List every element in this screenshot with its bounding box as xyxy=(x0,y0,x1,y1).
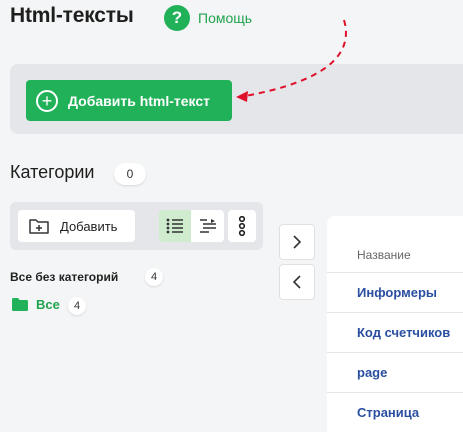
row-title-link[interactable]: Страница xyxy=(357,405,419,420)
tree-view-button[interactable] xyxy=(191,210,224,242)
all-without-category-label[interactable]: Все без категорий xyxy=(10,270,118,284)
page-title: Html-тексты xyxy=(10,4,134,27)
category-all-label: Все xyxy=(36,297,60,312)
chevron-right-icon xyxy=(293,235,302,249)
table-row: Страница xyxy=(327,392,463,432)
more-options-button[interactable] xyxy=(228,210,256,242)
add-html-text-button[interactable]: + Добавить html-текст xyxy=(26,80,232,121)
help-icon: ? xyxy=(164,5,190,31)
row-title-link[interactable]: page xyxy=(357,365,387,380)
table-row: Информеры xyxy=(327,272,463,312)
table-row: page xyxy=(327,352,463,392)
folder-plus-icon xyxy=(29,219,49,234)
help-link[interactable]: ? Помощь xyxy=(164,5,252,31)
help-label: Помощь xyxy=(198,10,253,26)
chevron-left-icon xyxy=(292,275,301,289)
categories-title: Категории xyxy=(10,162,95,182)
more-vertical-icon xyxy=(238,216,246,236)
plus-circle-icon: + xyxy=(36,89,58,112)
html-texts-table: Название Информеры Код счетчиков page Ст… xyxy=(327,216,463,432)
list-view-button[interactable] xyxy=(159,210,191,242)
add-category-label: Добавить xyxy=(60,218,118,234)
tree-icon xyxy=(199,219,216,233)
row-title-link[interactable]: Информеры xyxy=(357,285,437,300)
add-html-text-label: Добавить html-текст xyxy=(68,92,211,109)
list-icon xyxy=(166,218,183,234)
category-all-count: 4 xyxy=(68,297,86,315)
row-title-link[interactable]: Код счетчиков xyxy=(357,325,450,340)
category-item-all[interactable]: Все xyxy=(12,297,60,312)
collapse-panel-button[interactable] xyxy=(279,264,315,300)
column-header-name[interactable]: Название xyxy=(357,248,411,262)
all-without-category-count: 4 xyxy=(145,268,163,286)
add-category-button[interactable]: Добавить xyxy=(18,210,135,242)
categories-count-badge: 0 xyxy=(114,163,146,185)
expand-panel-button[interactable] xyxy=(279,224,315,260)
folder-icon xyxy=(12,298,28,311)
table-row: Код счетчиков xyxy=(327,312,463,352)
